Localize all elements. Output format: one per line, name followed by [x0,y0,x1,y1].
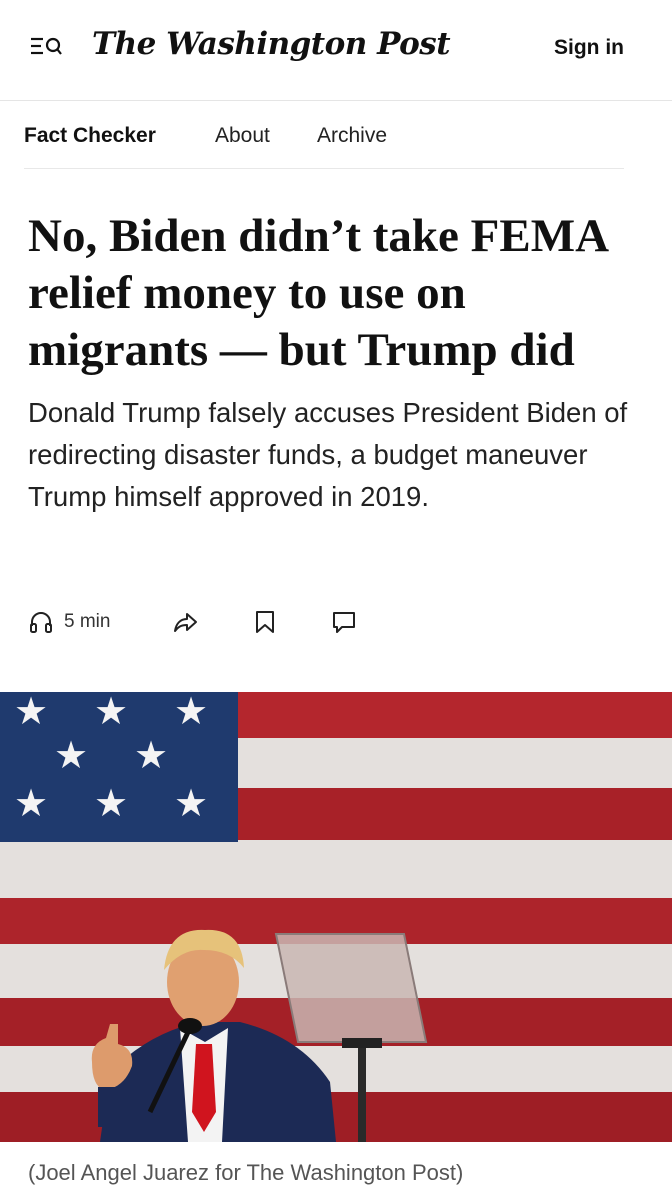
headphones-icon [30,612,52,633]
nav-about[interactable]: About [215,124,270,148]
site-logo[interactable]: The Washington Post [92,26,451,62]
section-nav: Fact Checker About Archive [24,102,624,169]
bookmark-icon [256,611,274,633]
svg-text:★: ★ [94,781,128,825]
lead-photo: ★ ★ ★ ★ ★ ★ ★ ★ [0,692,672,1142]
listen-button[interactable]: 5 min [28,604,110,640]
svg-text:★: ★ [174,692,208,733]
svg-text:★: ★ [54,733,88,777]
top-bar: The Washington Post Sign in [0,0,672,101]
comment-icon [333,612,355,633]
menu-search-icon [31,37,62,55]
article-tools: 5 min [28,604,428,640]
svg-text:★: ★ [174,781,208,825]
flag-speaker-image: ★ ★ ★ ★ ★ ★ ★ ★ [0,692,672,1142]
article-dek: Donald Trump falsely accuses President B… [28,397,628,512]
svg-text:★: ★ [94,692,128,733]
svg-text:★: ★ [134,733,168,777]
article-headline: No, Biden didn’t take FEMA relief money … [28,210,607,376]
comment-button[interactable] [331,604,357,640]
nav-archive[interactable]: Archive [317,124,387,148]
photo-caption: (Joel Angel Juarez for The Washington Po… [28,1160,464,1185]
nav-fact-checker[interactable]: Fact Checker [24,124,156,148]
svg-text:★: ★ [14,781,48,825]
share-button[interactable] [172,604,200,640]
listen-duration: 5 min [64,611,111,632]
menu-search-button[interactable] [28,34,64,62]
bookmark-button[interactable] [254,604,276,640]
share-icon [174,613,197,632]
svg-text:★: ★ [14,692,48,733]
sign-in-button[interactable]: Sign in [554,36,624,60]
